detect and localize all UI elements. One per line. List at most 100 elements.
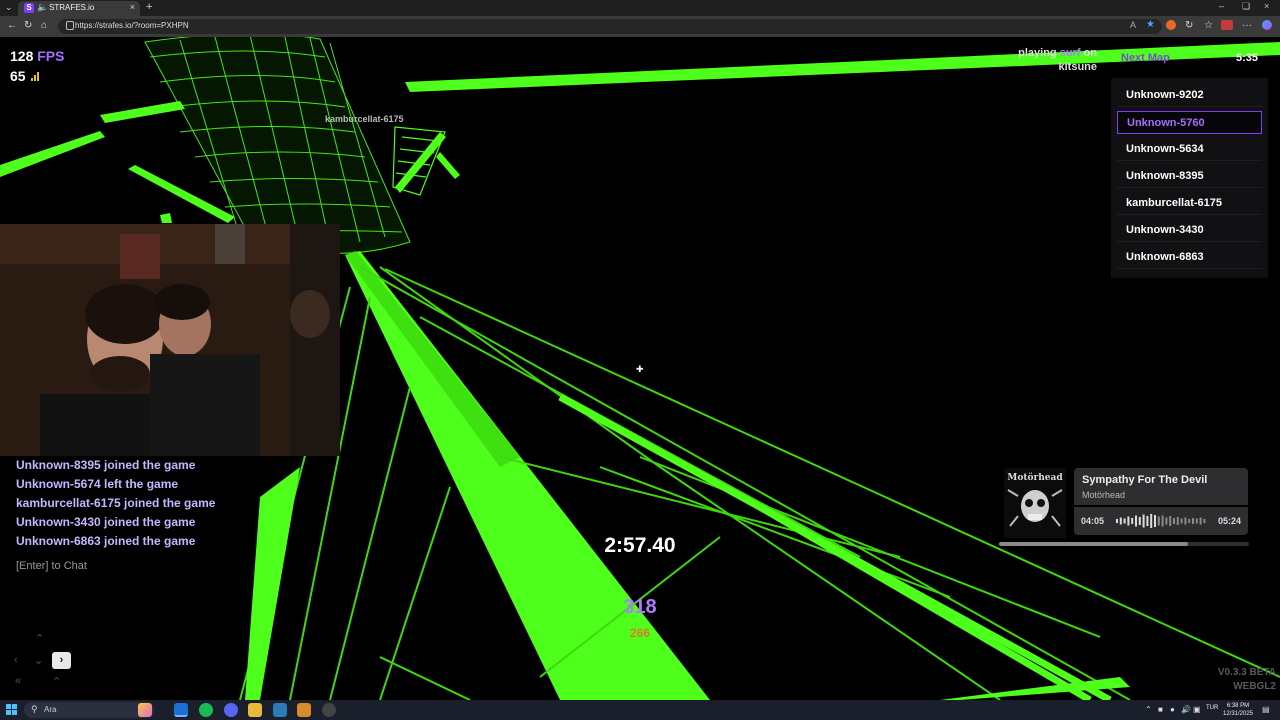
player-row[interactable]: kamburcellat-6175 <box>1117 192 1262 215</box>
tab-menu-icon[interactable]: ⌄ <box>5 2 13 13</box>
back-icon[interactable]: ← <box>7 20 17 31</box>
double-chevron-up-icon[interactable]: ⌃ <box>52 675 61 688</box>
ping-value: 65 <box>10 68 26 84</box>
site-info-icon[interactable] <box>66 21 74 30</box>
favorites-icon[interactable]: ☆ <box>1204 20 1213 31</box>
obs-app-icon[interactable] <box>322 703 336 717</box>
tab-title: STRAFES.io <box>49 3 95 12</box>
refresh-extension-icon[interactable]: ↻ <box>1185 20 1193 31</box>
chevron-right-icon[interactable]: › <box>52 652 71 669</box>
steam-app-icon[interactable] <box>273 703 287 717</box>
extension-icon[interactable] <box>1166 20 1176 30</box>
map-countdown: 5:35 <box>1236 52 1259 64</box>
game-mode: surf <box>1059 47 1081 59</box>
player-row[interactable]: Unknown-3430 <box>1117 219 1262 242</box>
player-list: Unknown-9202 Unknown-5760 Unknown-5634 U… <box>1111 78 1268 278</box>
run-timer: 2:57.40 <box>604 534 676 557</box>
version-label: V0.3.3 BETA WEBGL2 <box>1200 666 1276 694</box>
speed-secondary-value: 266 <box>629 626 651 640</box>
double-chevron-down-icon[interactable]: « <box>15 675 21 687</box>
playing-suffix: on <box>1083 47 1097 59</box>
new-tab-icon[interactable]: + <box>146 1 152 13</box>
map-name: kitsune <box>1058 61 1097 73</box>
notification-icon[interactable]: ▤ <box>1262 705 1270 714</box>
track-total-time: 05:24 <box>1217 516 1241 526</box>
track-artist: Motörhead <box>1082 490 1126 500</box>
spotify-app-icon[interactable] <box>199 703 213 717</box>
signal-bars-icon <box>31 71 41 81</box>
home-icon[interactable]: ⌂ <box>41 20 47 31</box>
tab-close-icon[interactable]: × <box>130 2 135 12</box>
clock-date: 12/31/2025 <box>1222 711 1254 717</box>
windows-start-icon[interactable] <box>6 704 18 716</box>
next-map-button[interactable]: Next Map <box>1121 52 1170 64</box>
clock-time: 6:38 PM <box>1226 703 1250 709</box>
copilot-icon[interactable] <box>1262 20 1272 30</box>
file-explorer-icon[interactable] <box>248 703 262 717</box>
speed-value: 318 <box>623 596 657 618</box>
maximize-icon[interactable]: ❏ <box>1242 1 1250 12</box>
reload-icon[interactable]: ↻ <box>24 20 32 31</box>
copilot-app-icon[interactable] <box>138 703 152 717</box>
webcam-overlay <box>0 224 340 456</box>
chat-message: Unknown-3430 joined the game <box>16 515 196 529</box>
browser-nav-bar: ← ↻ ⌂ https://strafes.io/?room=PXHPN A ★… <box>0 16 1280 37</box>
track-progress-bar[interactable] <box>999 542 1249 546</box>
chat-input-hint[interactable]: [Enter] to Chat <box>16 560 87 572</box>
waveform-icon[interactable] <box>1116 513 1208 529</box>
taskbar-search[interactable]: ⚲ Ara <box>24 702 154 718</box>
tray-app-icon[interactable]: ■ <box>1158 705 1163 714</box>
chat-message: Unknown-8395 joined the game <box>16 458 196 472</box>
album-art-image: Motörhead <box>1004 468 1066 538</box>
chevron-left-icon[interactable]: ‹ <box>14 654 18 666</box>
favorite-star-icon[interactable]: ★ <box>1146 19 1155 30</box>
tray-chevron-icon[interactable]: ⌃ <box>1145 705 1152 714</box>
browser-tab[interactable]: S 🔈 STRAFES.io × <box>18 1 140 16</box>
chevron-up-icon[interactable]: ⌃ <box>35 632 44 645</box>
track-elapsed-time: 04:05 <box>1081 516 1105 526</box>
now-playing-map: playing surf on kitsune <box>1000 46 1097 74</box>
player-row[interactable]: Unknown-8395 <box>1117 165 1262 188</box>
player-nametag: kamburcellat-6175 <box>325 114 404 124</box>
tray-app-icon[interactable]: ● <box>1170 705 1175 714</box>
track-info: Sympathy For The Devil Motörhead <box>1074 468 1248 505</box>
track-title: Sympathy For The Devil <box>1082 474 1208 486</box>
system-clock[interactable]: 6:38 PM 12/31/2025 <box>1221 702 1255 718</box>
more-menu-icon[interactable]: ··· <box>1242 20 1252 31</box>
minimize-icon[interactable]: – <box>1219 1 1224 11</box>
player-row[interactable]: Unknown-6863 <box>1117 246 1262 269</box>
window-close-icon[interactable]: × <box>1264 1 1269 11</box>
browser-tab-bar: ⌄ S 🔈 STRAFES.io × + – ❏ × <box>0 0 1280 16</box>
app-icon[interactable] <box>297 703 311 717</box>
volume-icon[interactable]: 🔊 <box>1181 705 1191 714</box>
profile-badge-icon[interactable] <box>1221 20 1233 30</box>
network-icon[interactable]: ▣ <box>1193 705 1201 714</box>
music-player: Motörhead Sympathy For The Devil Motörhe… <box>999 468 1251 548</box>
address-bar[interactable]: https://strafes.io/?room=PXHPN A <box>58 19 1162 34</box>
fps-counter: 128 FPS <box>10 48 64 64</box>
crosshair-icon: ✚ <box>636 364 644 374</box>
track-progress-fill <box>999 542 1188 546</box>
url-text[interactable]: https://strafes.io/?room=PXHPN <box>75 21 189 30</box>
playing-prefix: playing <box>1018 47 1057 59</box>
chevron-down-icon[interactable]: ⌄ <box>34 654 43 667</box>
chat-message: kamburcellat-6175 joined the game <box>16 496 216 510</box>
read-aloud-icon[interactable]: A <box>1130 20 1136 30</box>
player-row-self[interactable]: Unknown-5760 <box>1117 111 1262 134</box>
ping-indicator: 65 <box>10 68 41 84</box>
game-viewport[interactable]: kamburcellat-6175 128 FPS 65 playing sur… <box>0 37 1280 700</box>
os-taskbar: ⚲ Ara ⌃ ■ ● 🔊 ▣ TUR 6:38 PM 12/31/2025 ▤ <box>0 700 1280 720</box>
discord-app-icon[interactable] <box>224 703 238 717</box>
audio-playing-icon[interactable]: 🔈 <box>37 2 48 13</box>
webcam-feed-image <box>0 224 340 456</box>
player-row[interactable]: Unknown-9202 <box>1117 84 1262 107</box>
input-language[interactable]: TUR <box>1206 705 1218 711</box>
edge-app-icon[interactable] <box>174 703 188 717</box>
fps-value: 128 <box>10 48 34 64</box>
version-text: V0.3.3 BETA <box>1217 667 1276 678</box>
search-placeholder: Ara <box>44 705 57 714</box>
site-favicon-icon: S <box>24 3 34 13</box>
player-row[interactable]: Unknown-5634 <box>1117 138 1262 161</box>
track-waveform-panel[interactable]: 04:05 05:24 <box>1074 507 1248 535</box>
chat-message: Unknown-5674 left the game <box>16 477 179 491</box>
